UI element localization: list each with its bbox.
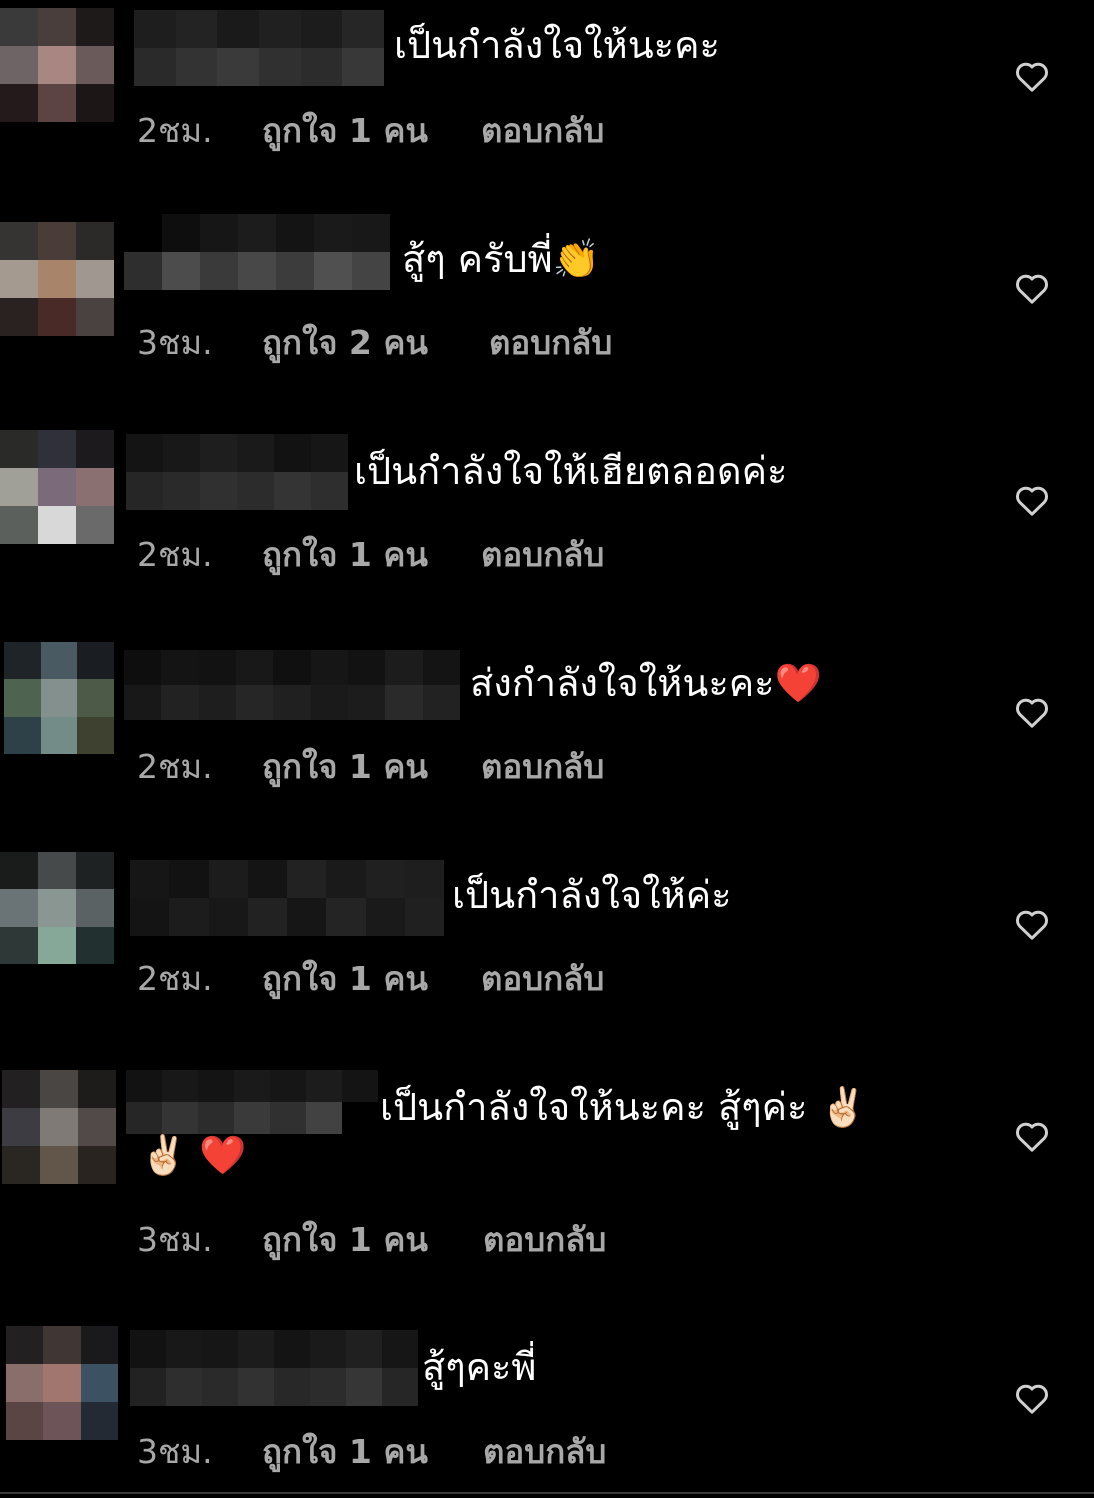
comment-time: 3ชม. [137,1432,213,1471]
like-count-link[interactable]: ถูกใจ 1 คน [262,952,428,1005]
username[interactable] [124,650,460,720]
reply-button[interactable]: ตอบกลับ [489,316,612,369]
heart-outline-icon[interactable] [1012,692,1052,732]
reply-button[interactable]: ตอบกลับ [481,952,604,1005]
comment-text: เป็นกำลังใจให้ค่ะ [452,873,732,917]
avatar[interactable] [6,1326,118,1440]
heart-outline-icon[interactable] [1012,1116,1052,1156]
username[interactable] [124,214,390,290]
username[interactable] [126,434,348,510]
avatar[interactable] [2,1070,116,1184]
avatar[interactable] [4,642,114,754]
like-count-link[interactable]: ถูกใจ 1 คน [262,104,428,157]
username[interactable] [130,860,444,936]
comment-time: 2ชม. [137,535,213,574]
reply-button[interactable]: ตอบกลับ [483,1425,606,1478]
comment-time: 2ชม. [137,959,213,998]
avatar[interactable] [0,852,114,964]
like-count-link[interactable]: ถูกใจ 1 คน [262,740,428,793]
comment-text: เป็นกำลังใจให้เฮียตลอดค่ะ [354,449,788,493]
reply-button[interactable]: ตอบกลับ [481,740,604,793]
comment-time: 3ชม. [137,1220,213,1259]
like-count-link[interactable]: ถูกใจ 1 คน [262,1213,428,1266]
comment-text: เป็นกำลังใจให้นะคะ สู้ๆค่ะ ✌🏻 [380,1085,867,1129]
divider [0,1492,1094,1494]
heart-outline-icon[interactable] [1012,1378,1052,1418]
heart-outline-icon[interactable] [1012,56,1052,96]
heart-outline-icon[interactable] [1012,904,1052,944]
comment-text: เป็นกำลังใจให้นะคะ [394,23,720,67]
comment-time: 2ชม. [137,111,213,150]
comment-time: 3ชม. [137,323,213,362]
like-count-link[interactable]: ถูกใจ 1 คน [262,1425,428,1478]
avatar[interactable] [0,430,114,544]
comment-text-line2: ✌🏻 ❤️ [140,1133,247,1177]
avatar[interactable] [0,222,114,336]
username[interactable] [134,10,384,86]
reply-button[interactable]: ตอบกลับ [481,528,604,581]
heart-outline-icon[interactable] [1012,480,1052,520]
reply-button[interactable]: ตอบกลับ [481,104,604,157]
username[interactable] [130,1330,418,1406]
username[interactable] [126,1070,378,1134]
like-count-link[interactable]: ถูกใจ 2 คน [262,316,428,369]
avatar[interactable] [0,8,114,122]
comment-text: สู้ๆคะพี่ [422,1345,537,1389]
comment-text: ส่งกำลังใจให้นะคะ❤️ [470,661,822,705]
comment-time: 2ชม. [137,747,213,786]
reply-button[interactable]: ตอบกลับ [483,1213,606,1266]
comment-text: สู้ๆ ครับพี่👏 [402,237,600,281]
heart-outline-icon[interactable] [1012,268,1052,308]
like-count-link[interactable]: ถูกใจ 1 คน [262,528,428,581]
